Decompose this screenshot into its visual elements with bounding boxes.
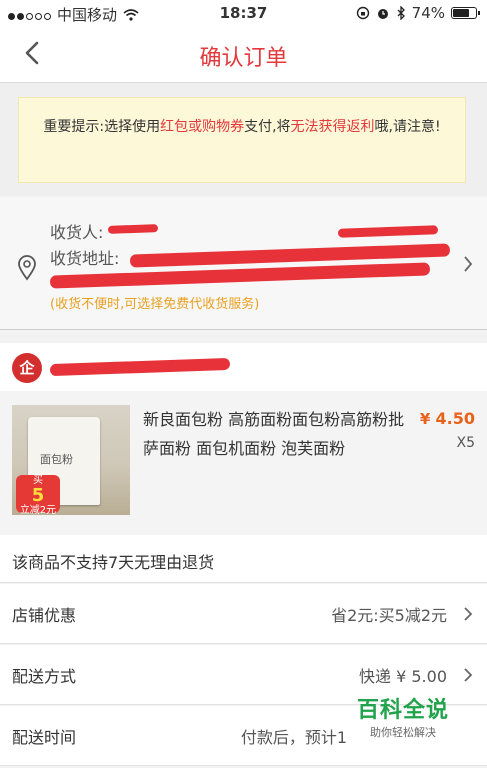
delivery-time-value: 付款后，预计1: [240, 728, 347, 747]
notice-red-coupon: 红包或购物券: [160, 119, 245, 135]
battery-icon: [451, 7, 480, 19]
status-right: 74%: [356, 4, 480, 22]
shop-header: 企: [0, 343, 487, 391]
chevron-right-icon: [464, 668, 473, 682]
nav-bar: 确认订单: [0, 26, 487, 83]
rotation-lock-icon: [356, 6, 369, 20]
receiver-label: 收货人:: [50, 223, 104, 242]
notice-section: 重要提示:选择使用红包或购物券支付,将无法获得返利哦,请注意!: [0, 83, 487, 195]
chevron-right-icon: [464, 256, 473, 272]
location-pin-icon: [18, 255, 36, 281]
notice-prefix: 重要提示:选择使用: [43, 119, 161, 135]
delivery-method-value: 快递 ¥ 5.00: [359, 667, 447, 686]
address-label: 收货地址:: [50, 249, 120, 268]
price-value: 4.50: [435, 409, 475, 428]
notice-red-rebate: 无法获得返利: [290, 119, 375, 135]
watermark-subtitle: 助你轻松解决: [370, 726, 436, 739]
product-bag-label: 面包粉: [40, 453, 73, 466]
address-note: (收货不便时,可选择免费代收货服务): [50, 297, 260, 312]
delivery-time-label: 配送时间: [12, 728, 77, 747]
return-policy-text: 该商品不支持7天无理由退货: [12, 553, 215, 572]
shop-discount-row[interactable]: 店铺优惠 省2元:买5减2元: [0, 584, 487, 644]
battery-level: [453, 9, 469, 17]
redaction-mark: [337, 225, 439, 238]
shop-discount-label: 店铺优惠: [12, 606, 77, 625]
redaction-mark: [49, 357, 231, 377]
promo-badge-number: 5: [31, 485, 45, 506]
shop-logo: 企: [12, 353, 42, 383]
promo-badge-bottom: 立减2元: [19, 505, 57, 515]
bluetooth-icon: [397, 6, 405, 20]
delivery-method-label: 配送方式: [12, 667, 77, 686]
watermark-logo: 百科全说 助你轻松解决: [348, 692, 458, 740]
product-quantity: X5: [456, 435, 476, 451]
product-item[interactable]: 面包粉 买 5 立减2元 新良面包粉 高筋面粉面包粉高筋粉批萨面粉 面包机面粉 …: [0, 391, 487, 535]
page-title: 确认订单: [199, 46, 288, 71]
address-card[interactable]: 收货人: 收货地址: (收货不便时,可选择免费代收货服务): [0, 197, 487, 330]
shop-discount-value: 省2元:买5减2元: [331, 606, 447, 625]
promo-badge: 买 5 立减2元: [16, 475, 60, 515]
notice-box: 重要提示:选择使用红包或购物券支付,将无法获得返利哦,请注意!: [18, 97, 466, 183]
product-price: ¥ 4.50: [420, 409, 475, 428]
alarm-icon: [377, 9, 388, 19]
product-name: 新良面包粉 高筋面粉面包粉高筋粉批萨面粉 面包机面粉 泡芙面粉: [143, 410, 405, 458]
status-bar: 中国移动 18:37 74%: [0, 0, 487, 26]
notice-suffix: 哦,请注意!: [374, 119, 441, 135]
battery-percent: 74%: [411, 4, 445, 22]
price-symbol: ¥: [419, 410, 431, 428]
notice-mid: 支付,将: [244, 119, 291, 135]
product-image: 面包粉 买 5 立减2元: [12, 405, 130, 515]
return-policy-row: 该商品不支持7天无理由退货: [0, 535, 487, 583]
chevron-right-icon: [464, 607, 473, 621]
redaction-mark: [107, 224, 159, 234]
watermark-title: 百科全说: [356, 698, 449, 723]
